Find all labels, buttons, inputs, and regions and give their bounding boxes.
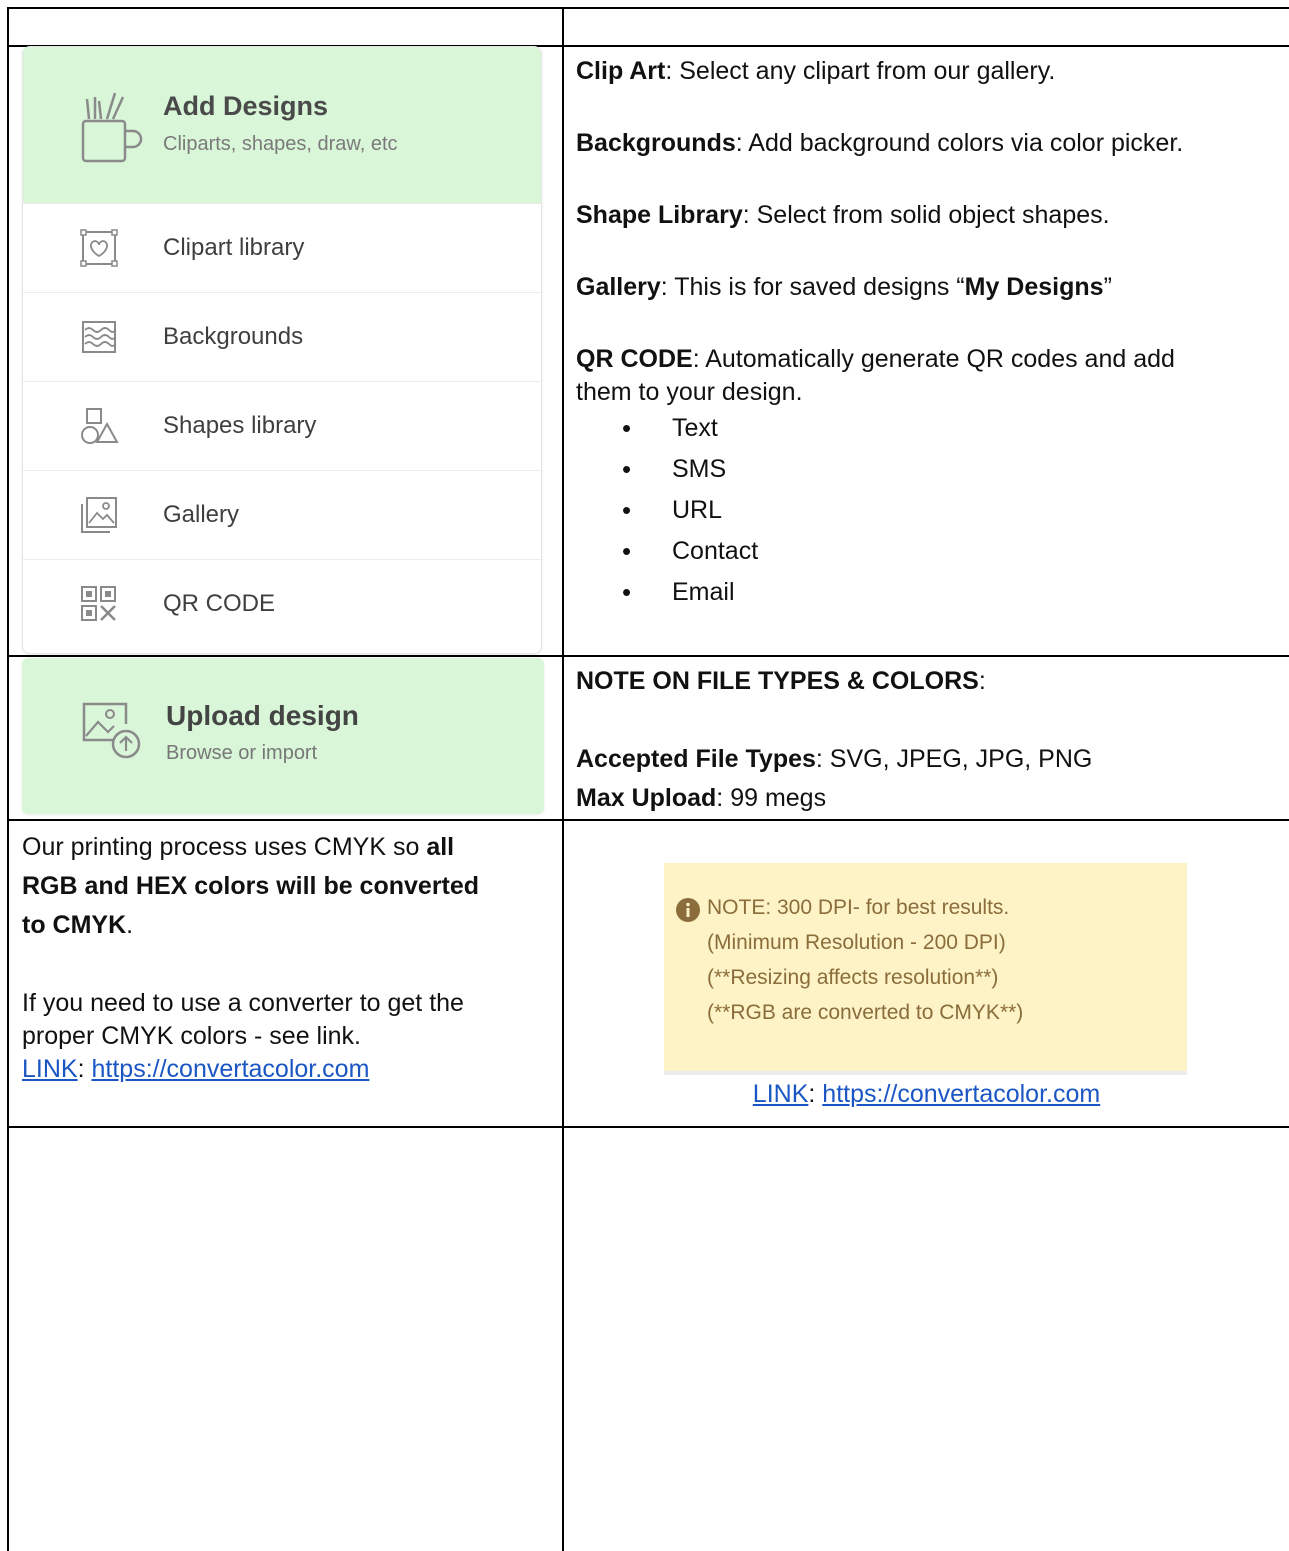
- menu-item-shapes-library[interactable]: Shapes library: [23, 381, 541, 471]
- table-row-divider: [7, 1126, 1289, 1128]
- backgrounds-icon: [82, 321, 116, 353]
- link-label[interactable]: LINK: [753, 1080, 809, 1108]
- menu-item-backgrounds[interactable]: Backgrounds: [23, 292, 541, 382]
- clipart-icon: [80, 229, 118, 267]
- file-type-notes: NOTE ON FILE TYPES & COLORS: Accepted Fi…: [576, 662, 1276, 818]
- add-designs-header[interactable]: Add Designs Cliparts, shapes, draw, etc: [23, 47, 541, 203]
- cmyk-line: Our printing process uses CMYK so all: [22, 833, 455, 861]
- list-item: Contact: [576, 531, 1276, 572]
- menu-item-qr-code[interactable]: QR CODE: [23, 559, 541, 649]
- dpi-note-box: NOTE: 300 DPI- for best results. (Minimu…: [664, 863, 1187, 1075]
- menu-item-label: Shapes library: [163, 412, 317, 439]
- table-column-divider: [562, 7, 564, 1551]
- add-designs-title: Add Designs: [163, 91, 329, 121]
- image-upload-icon: [82, 702, 141, 759]
- file-notes-heading: NOTE ON FILE TYPES & COLORS:: [576, 667, 986, 695]
- menu-item-label: Gallery: [163, 501, 240, 528]
- menu-item-label: Backgrounds: [163, 323, 304, 350]
- list-item: SMS: [576, 449, 1276, 490]
- menu-item-label: QR CODE: [163, 590, 276, 617]
- note-line: NOTE: 300 DPI- for best results.: [707, 896, 1010, 919]
- table-border-top: [7, 7, 1289, 9]
- add-designs-subtitle: Cliparts, shapes, draw, etc: [163, 133, 398, 155]
- convertacolor-link[interactable]: https://convertacolor.com: [92, 1055, 370, 1083]
- backgrounds-description: Backgrounds: Add background colors via c…: [576, 129, 1184, 157]
- menu-item-gallery[interactable]: Gallery: [23, 470, 541, 560]
- qr-types-list: Text SMS URL Contact Email: [576, 408, 1276, 613]
- list-item: Text: [576, 408, 1276, 449]
- note-line: (**Resizing affects resolution**): [707, 966, 999, 989]
- shape-library-description: Shape Library: Select from solid object …: [576, 201, 1110, 229]
- note-line: (Minimum Resolution - 200 DPI): [707, 931, 1006, 954]
- menu-item-label: Clipart library: [163, 234, 305, 261]
- add-designs-panel: Add Designs Cliparts, shapes, draw, etc …: [22, 46, 542, 654]
- gallery-description: Gallery: This is for saved designs “My D…: [576, 273, 1112, 301]
- menu-item-clipart-library[interactable]: Clipart library: [23, 203, 541, 293]
- table-row-divider: [7, 655, 1289, 657]
- upload-design-title: Upload design: [166, 700, 359, 731]
- clip-art-description: Clip Art: Select any clipart from our ga…: [576, 57, 1056, 85]
- table-border-left: [7, 7, 9, 1551]
- cmyk-info: Our printing process uses CMYK so all RG…: [22, 828, 557, 1089]
- upload-design-subtitle: Browse or import: [166, 742, 318, 764]
- table-row-divider: [7, 819, 1289, 821]
- convertacolor-link[interactable]: https://convertacolor.com: [822, 1080, 1100, 1108]
- shapes-icon: [81, 408, 119, 444]
- upload-design-button[interactable]: Upload design Browse or import: [22, 658, 544, 814]
- info-icon: [676, 898, 700, 922]
- cmyk-line: to CMYK.: [22, 911, 134, 939]
- converter-link-line: LINK: https://convertacolor.com: [22, 1055, 370, 1083]
- link-label[interactable]: LINK: [22, 1055, 78, 1083]
- mug-pencils-icon: [81, 92, 143, 163]
- max-upload: Max Upload: 99 megs: [576, 784, 827, 812]
- qr-code-icon: [81, 586, 116, 621]
- accepted-file-types: Accepted File Types: SVG, JPEG, JPG, PNG: [576, 745, 1093, 773]
- note-line: (**RGB are converted to CMYK**): [707, 1001, 1024, 1024]
- note-link-line: LINK: https://convertacolor.com: [752, 1080, 1101, 1108]
- list-item: URL: [576, 490, 1276, 531]
- list-item: Email: [576, 572, 1276, 613]
- cmyk-line: RGB and HEX colors will be converted: [22, 872, 480, 900]
- feature-descriptions: Clip Art: Select any clipart from our ga…: [576, 52, 1276, 613]
- gallery-icon: [81, 497, 117, 533]
